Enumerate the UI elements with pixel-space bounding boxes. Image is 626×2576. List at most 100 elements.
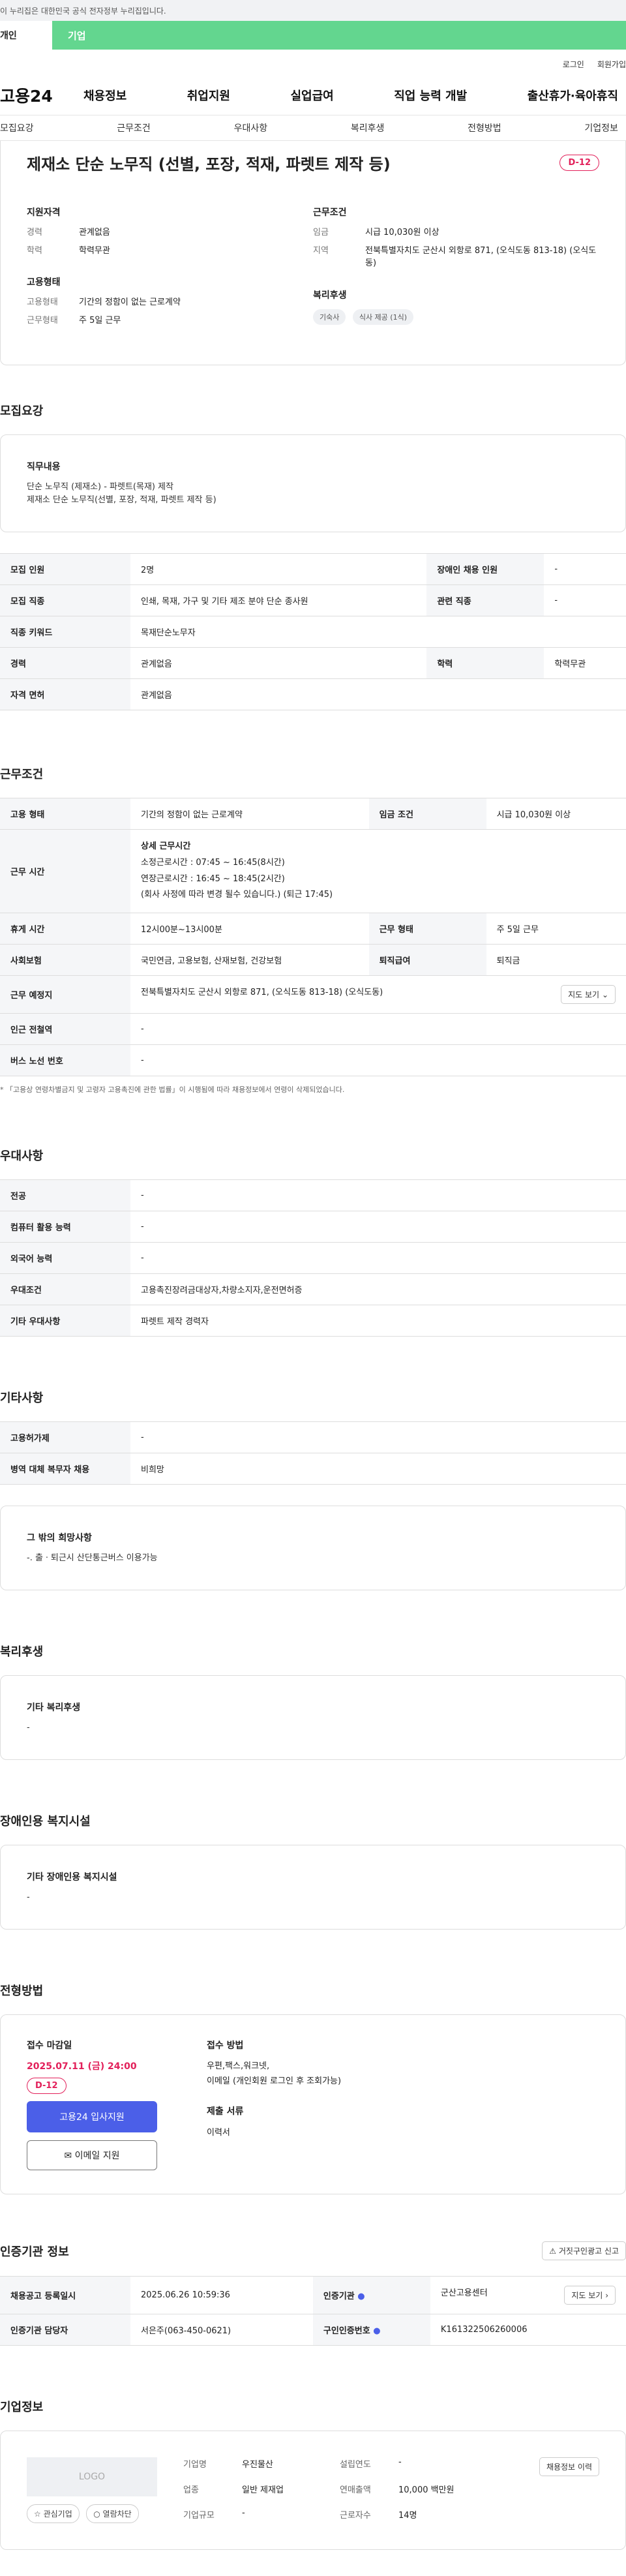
- table-row: 채용공고 등록일시 2025.06.26 10:59:36 인증기관 ● 군산고…: [0, 2276, 626, 2315]
- signup-link[interactable]: 회원가입: [597, 59, 626, 76]
- tab-prefer[interactable]: 우대사항: [234, 121, 268, 134]
- gnb-item-jobs[interactable]: 채용정보: [83, 87, 127, 104]
- field-key: 업종: [183, 2485, 199, 2496]
- map-button-label: 지도 보기: [568, 990, 600, 1000]
- table-row: 사회보험 국민연금, 고용보험, 산재보험, 건강보험 퇴직급여 퇴직금: [0, 944, 626, 977]
- cell-key: 채용공고 등록일시: [0, 2276, 130, 2315]
- field-key: 기업규모: [183, 2511, 215, 2521]
- emp-value: 주 5일 근무: [79, 315, 121, 326]
- cert-no-key: 구인인증번호: [323, 2326, 370, 2337]
- cell-value: 주 5일 근무: [486, 913, 626, 945]
- fav-company-button[interactable]: ☆ 관심기업: [27, 2504, 80, 2524]
- emp-key: 고용형태: [27, 297, 58, 307]
- apply-right: 접수 방법 우편,팩스,워크넷, 이메일 (개인회원 로그인 후 조회가능) 제…: [183, 2038, 599, 2170]
- table-row: 고용허가제 -: [0, 1421, 626, 1454]
- qual-value: 학력무관: [79, 245, 110, 256]
- gnb-item-training[interactable]: 직업 능력 개발: [394, 87, 467, 104]
- info-icon[interactable]: ●: [357, 2292, 365, 2301]
- cell-value: -: [130, 1013, 626, 1046]
- cell-value: 고용촉진장려금대상자,차량소지자,운전면허증: [130, 1273, 626, 1306]
- cell-value: -: [130, 1179, 626, 1212]
- qual-heading: 지원자격: [27, 207, 61, 218]
- block-button[interactable]: ○ 열람차단: [86, 2504, 139, 2524]
- tab-recruit[interactable]: 모집요강: [0, 121, 34, 134]
- cell-value: K161322506260006: [430, 2314, 626, 2346]
- block-label: 열람차단: [102, 2509, 132, 2519]
- cell-key: 휴게 시간: [0, 913, 130, 945]
- disabled-box-text: -: [27, 1892, 30, 1903]
- table-row: 인근 전철역 -: [0, 1013, 626, 1046]
- tab-conditions[interactable]: 근무조건: [117, 121, 151, 134]
- cell-key: 직종 키워드: [0, 616, 130, 648]
- cell-key: 근무 예정지: [0, 975, 130, 1014]
- cell-value: -: [130, 1211, 626, 1243]
- duty-heading: 직무내용: [27, 462, 61, 472]
- history-button[interactable]: 채용정보 이력: [539, 2457, 599, 2477]
- cell-value: 퇴직금: [486, 944, 626, 977]
- table-row: 근무 시간 상세 근무시간 소정근로시간 : 07:45 ~ 16:45(8시간…: [0, 829, 626, 914]
- info-icon[interactable]: ●: [373, 2326, 380, 2336]
- block-icon: ○: [93, 2509, 100, 2519]
- cell-value: -: [544, 584, 626, 617]
- cell-key: 인증기관 담당자: [0, 2314, 130, 2346]
- cond-heading: 근무조건: [313, 207, 347, 218]
- tab-company[interactable]: 기업정보: [584, 121, 618, 134]
- disabled-box-heading: 기타 장애인용 복지시설: [27, 1872, 117, 1883]
- login-link[interactable]: 로그인: [563, 59, 584, 76]
- tab-person[interactable]: 개인: [0, 21, 52, 50]
- field-key: 설립연도: [340, 2460, 371, 2470]
- apply-box: 접수 마감일 2025.07.11 (금) 24:00 D-12 고용24 입사…: [0, 2014, 626, 2195]
- gnb-item-benefit[interactable]: 실업급여: [291, 87, 334, 104]
- emp-value: 기간의 정함이 없는 근로계약: [79, 297, 181, 307]
- cert-section-title: 인증기관 정보: [0, 2245, 69, 2259]
- hours-line: (회사 사정에 따라 변경 될수 있습니다.) (퇴근 17:45): [141, 890, 333, 900]
- tab-corp[interactable]: 기업: [52, 21, 626, 50]
- cell-key: 근무 시간: [0, 829, 130, 914]
- map-button[interactable]: 지도 보기 ⌄: [561, 985, 616, 1005]
- welfare-heading: 복리후생: [313, 290, 347, 301]
- cell-key: 자격 면허: [0, 678, 130, 711]
- gnb-item-support[interactable]: 취업지원: [187, 87, 230, 104]
- place-value: 전북특별자치도 군산시 외항로 871, (오식도동 813-18) (오식도동…: [141, 988, 383, 998]
- report-button-label: 거짓구인광고 신고: [558, 2247, 619, 2256]
- dday-badge: D-12: [27, 2078, 67, 2095]
- cell-value: 기간의 정함이 없는 근로계약: [130, 798, 369, 830]
- other-box: 그 밖의 희망사항 -. 출ㆍ퇴근시 산단통근버스 이용가능: [0, 1506, 626, 1591]
- table-row: 컴퓨터 활용 능력 -: [0, 1211, 626, 1243]
- gnb-item-leave[interactable]: 출산휴가·육아휴직: [528, 87, 618, 104]
- place-cell: 전북특별자치도 군산시 외항로 871, (오식도동 813-18) (오식도동…: [130, 975, 626, 1014]
- table-row: 기타 우대사항 파렛트 제작 경력자: [0, 1305, 626, 1337]
- org-map-button[interactable]: 지도 보기 ›: [564, 2286, 616, 2305]
- cell-key: 임금 조건: [368, 798, 486, 830]
- work-table: 고용 형태 기간의 정함이 없는 근로계약 임금 조건 시급 10,030원 이…: [0, 798, 626, 1077]
- site-logo[interactable]: 고용24: [0, 83, 83, 107]
- table-row: 자격 면허 관계없음: [0, 678, 626, 711]
- welfare-chip: 식사 제공 (1식): [352, 309, 414, 325]
- cell-key: 우대조건: [0, 1273, 130, 1306]
- deadline-heading: 접수 마감일: [27, 2040, 72, 2052]
- gov-notice: 이 누리집은 대한민국 공식 전자정부 누리집입니다.: [0, 7, 166, 16]
- table-row: 근무 예정지 전북특별자치도 군산시 외항로 871, (오식도동 813-18…: [0, 975, 626, 1014]
- table-row: 경력 관계없음 학력 학력무관: [0, 647, 626, 680]
- qual-key: 경력: [27, 228, 42, 237]
- other-heading: 그 밖의 희망사항: [27, 1533, 92, 1544]
- tab-welfare[interactable]: 복리후생: [351, 121, 385, 134]
- cell-value: 관계없음: [130, 647, 427, 680]
- field-key: 기업명: [183, 2460, 207, 2470]
- report-icon: ⚠: [549, 2247, 557, 2256]
- cell-key: 버스 노선 번호: [0, 1044, 130, 1077]
- prefer-table: 전공 - 컴퓨터 활용 능력 - 외국어 능력 - 우대조건 고용촉진장려금대상자,차량…: [0, 1179, 626, 1337]
- emp-heading: 고용형태: [27, 277, 61, 288]
- welfare-box-heading: 기타 복리후생: [27, 1703, 81, 1714]
- cond-key: 지역: [313, 245, 329, 256]
- apply-online-button[interactable]: 고용24 입사지원: [27, 2101, 157, 2133]
- cell-key: 기타 우대사항: [0, 1305, 130, 1337]
- etc-section-title: 기타사항: [0, 1391, 44, 1406]
- docs-heading: 제출 서류: [207, 2106, 244, 2117]
- tab-apply[interactable]: 전형방법: [468, 121, 501, 134]
- email-apply-button[interactable]: ✉ 이메일 지원: [27, 2140, 157, 2171]
- company-fields: 기업명 우진물산 설립연도 - 업종 일반 제재업 연매출액 10,000 백만원 기업…: [183, 2457, 539, 2523]
- cell-value: 국민연금, 고용보험, 산재보험, 건강보험: [130, 944, 369, 977]
- bottom-spacer: [0, 2550, 626, 2576]
- report-button[interactable]: ⚠ 거짓구인광고 신고: [542, 2241, 626, 2261]
